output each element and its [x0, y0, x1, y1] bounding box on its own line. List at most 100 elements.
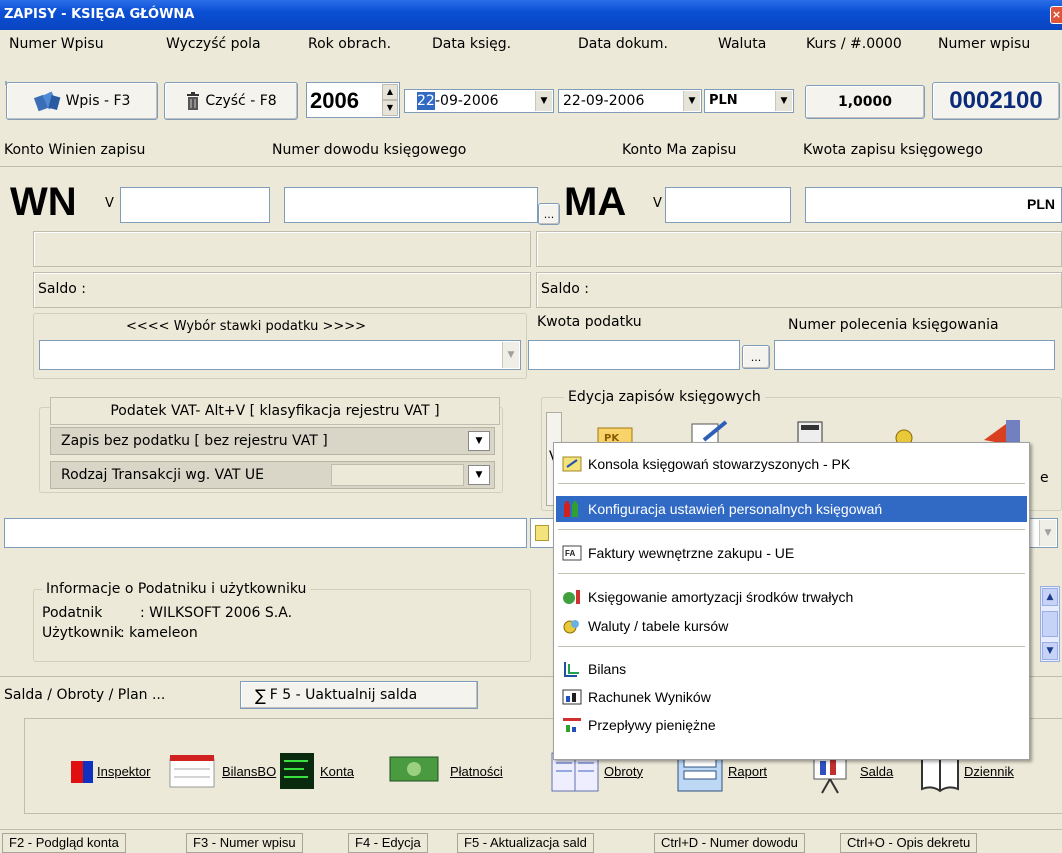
partial-letter-e: e: [1040, 470, 1049, 486]
calculator-icon[interactable]: [796, 420, 830, 444]
konta-button[interactable]: Konta: [278, 741, 354, 801]
menu-item-label: Konsola księgowań stowarzyszonych - PK: [588, 456, 851, 472]
scroll-up-icon[interactable]: ▲: [1042, 588, 1058, 606]
menu-item-amortyzacja[interactable]: Księgowanie amortyzacji środków trwałych: [556, 584, 1027, 610]
numer-wpisu-display: 0002100: [932, 82, 1060, 120]
menu-item-waluty[interactable]: Waluty / tabele kursów: [556, 613, 1027, 639]
label-kwota-zapisu: Kwota zapisu księgowego: [803, 142, 983, 158]
saldo-ma: Saldo :: [536, 272, 1062, 308]
menu-item-przeplywy[interactable]: Przepływy pieniężne: [556, 712, 1027, 738]
close-icon: ×: [1051, 8, 1062, 21]
title-bar: ZAPISY - KSIĘGA GŁÓWNA: [0, 0, 1062, 30]
czysc-button[interactable]: Czyść - F8: [164, 82, 298, 120]
coins-icon[interactable]: [884, 424, 924, 444]
pk-console-icon: [562, 456, 582, 472]
bilansbo-button[interactable]: BilansBO: [168, 741, 276, 801]
scrollbar[interactable]: ▲ ▼: [1040, 586, 1060, 662]
menu-item-label: Bilans: [588, 661, 627, 677]
chevron-down-icon[interactable]: ▼: [775, 91, 792, 111]
wn-label: WN: [10, 180, 77, 224]
config-icon: [564, 501, 578, 517]
chevron-down-icon[interactable]: ▼: [468, 431, 490, 451]
rok-spinner[interactable]: 2006 ▲ ▼: [306, 82, 400, 118]
inspector-icon: [71, 761, 93, 783]
chevron-down-icon[interactable]: ▼: [535, 91, 552, 111]
label-data-dokum: Data dokum.: [578, 36, 668, 52]
uaktualnij-salda-button[interactable]: ∑ F 5 - Uaktualnij salda: [240, 681, 478, 709]
scroll-down-icon[interactable]: ▼: [1042, 642, 1058, 660]
balance-icon: [564, 662, 579, 677]
inspektor-button[interactable]: Inspektor: [69, 741, 150, 801]
numer-dowodu-input[interactable]: [284, 187, 538, 223]
label-waluta: Waluta: [718, 36, 767, 52]
status-ctrl-d: Ctrl+D - Numer dowodu: [654, 833, 805, 853]
rodzaj-value: Rodzaj Transakcji wg. VAT UE: [61, 467, 264, 483]
status-bar: F2 - Podgląd konta F3 - Numer wpisu F4 -…: [0, 829, 1062, 853]
edit-doc-icon[interactable]: [690, 420, 730, 444]
kurs-button[interactable]: 1,0000: [805, 85, 925, 119]
rodzaj-transakcji-select[interactable]: Rodzaj Transakcji wg. VAT UE ▼: [50, 461, 495, 489]
czysc-label: Czyść - F8: [205, 93, 277, 109]
income-icon: [562, 689, 582, 705]
ellipsis-icon: ...: [750, 350, 762, 364]
stawka-select[interactable]: ▼: [39, 340, 521, 370]
data-dokum-picker[interactable]: 22-09-2006 ▼: [558, 89, 702, 113]
kwota-input[interactable]: PLN: [805, 187, 1062, 223]
waluta-select[interactable]: PLN ▼: [704, 89, 794, 113]
scroll-thumb[interactable]: [1042, 611, 1058, 637]
menu-item-faktury-ue[interactable]: FA Faktury wewnętrzne zakupu - UE: [556, 540, 1027, 566]
kwota-podatku-label: Kwota podatku: [537, 314, 642, 330]
spin-down-icon[interactable]: ▼: [382, 100, 398, 116]
label-rok-obrach: Rok obrach.: [308, 36, 392, 52]
currency-icon: [563, 620, 579, 634]
podatnik-label: Podatnik: [42, 605, 103, 621]
data-ksieg-picker[interactable]: 22 -09-2006 ▼: [404, 89, 554, 113]
status-f5: F5 - Aktualizacja sald: [457, 833, 594, 853]
polecenie-browse-button[interactable]: ...: [742, 345, 770, 369]
chevron-down-icon[interactable]: ▼: [468, 465, 490, 485]
menu-item-bilans[interactable]: Bilans: [556, 656, 1027, 682]
cashflow-icon: [563, 718, 581, 732]
platnosci-button[interactable]: Płatności: [386, 741, 503, 801]
chevron-down-icon[interactable]: ▼: [1039, 520, 1056, 546]
zapis-value: Zapis bez podatku [ bez rejestru VAT ]: [61, 433, 328, 449]
numer-polecenia-input[interactable]: [774, 340, 1055, 370]
status-f2: F2 - Podgląd konta: [2, 833, 126, 853]
dowod-browse-button[interactable]: ...: [538, 203, 560, 225]
menu-item-rachunek[interactable]: Rachunek Wyników: [556, 684, 1027, 710]
chevron-down-icon[interactable]: ▼: [683, 91, 700, 111]
label-konto-winien: Konto Winien zapisu: [4, 142, 146, 158]
close-button[interactable]: ×: [1050, 6, 1062, 24]
konto-winien-name: [33, 231, 531, 267]
kwota-podatku-input[interactable]: [528, 340, 740, 370]
konto-ma-input[interactable]: [665, 187, 791, 223]
spin-up-icon[interactable]: ▲: [382, 84, 398, 100]
pk-folder-icon[interactable]: PK: [596, 424, 636, 444]
tab-salda[interactable]: Salda / Obroty / Plan ...: [4, 686, 165, 704]
konto-winien-input[interactable]: [120, 187, 270, 223]
status-f3: F3 - Numer wpisu: [186, 833, 303, 853]
data-ksieg-day: 22: [417, 92, 435, 110]
ma-label: MA: [564, 180, 627, 224]
wybor-stawki-label: <<<< Wybór stawki podatku >>>>: [126, 319, 367, 334]
menu-item-label: Faktury wewnętrzne zakupu - UE: [588, 545, 795, 561]
numer-polecenia-label: Numer polecenia księgowania: [788, 317, 999, 333]
svg-text:FA: FA: [565, 549, 575, 558]
opis-input[interactable]: [4, 518, 527, 548]
label-numer-wpisu-right: Numer wpisu: [938, 36, 1031, 52]
menu-item-konfiguracja[interactable]: Konfiguracja ustawień personalnych księg…: [556, 496, 1027, 522]
platnosci-icon: [389, 756, 439, 782]
konta-label: Konta: [320, 763, 354, 779]
window-title: ZAPISY - KSIĘGA GŁÓWNA: [4, 7, 195, 22]
saldo-winien: Saldo :: [33, 272, 531, 308]
menu-item-konsola-pk[interactable]: Konsola księgowań stowarzyszonych - PK: [556, 451, 1027, 477]
chevron-down-icon[interactable]: ▼: [502, 342, 519, 368]
wpis-button[interactable]: Wpis - F3: [6, 82, 158, 120]
wn-v-label: V: [105, 196, 114, 211]
zapis-bez-podatku-select[interactable]: Zapis bez podatku [ bez rejestru VAT ] ▼: [50, 427, 495, 455]
books-icon: [33, 91, 60, 112]
podatnik-value: : WILKSOFT 2006 S.A.: [140, 605, 293, 621]
vat-group-title: Podatek VAT- Alt+V [ klasyfikacja rejest…: [50, 397, 500, 425]
sigma-icon: ∑: [255, 685, 266, 705]
label-data-ksieg: Data księg.: [432, 36, 512, 52]
